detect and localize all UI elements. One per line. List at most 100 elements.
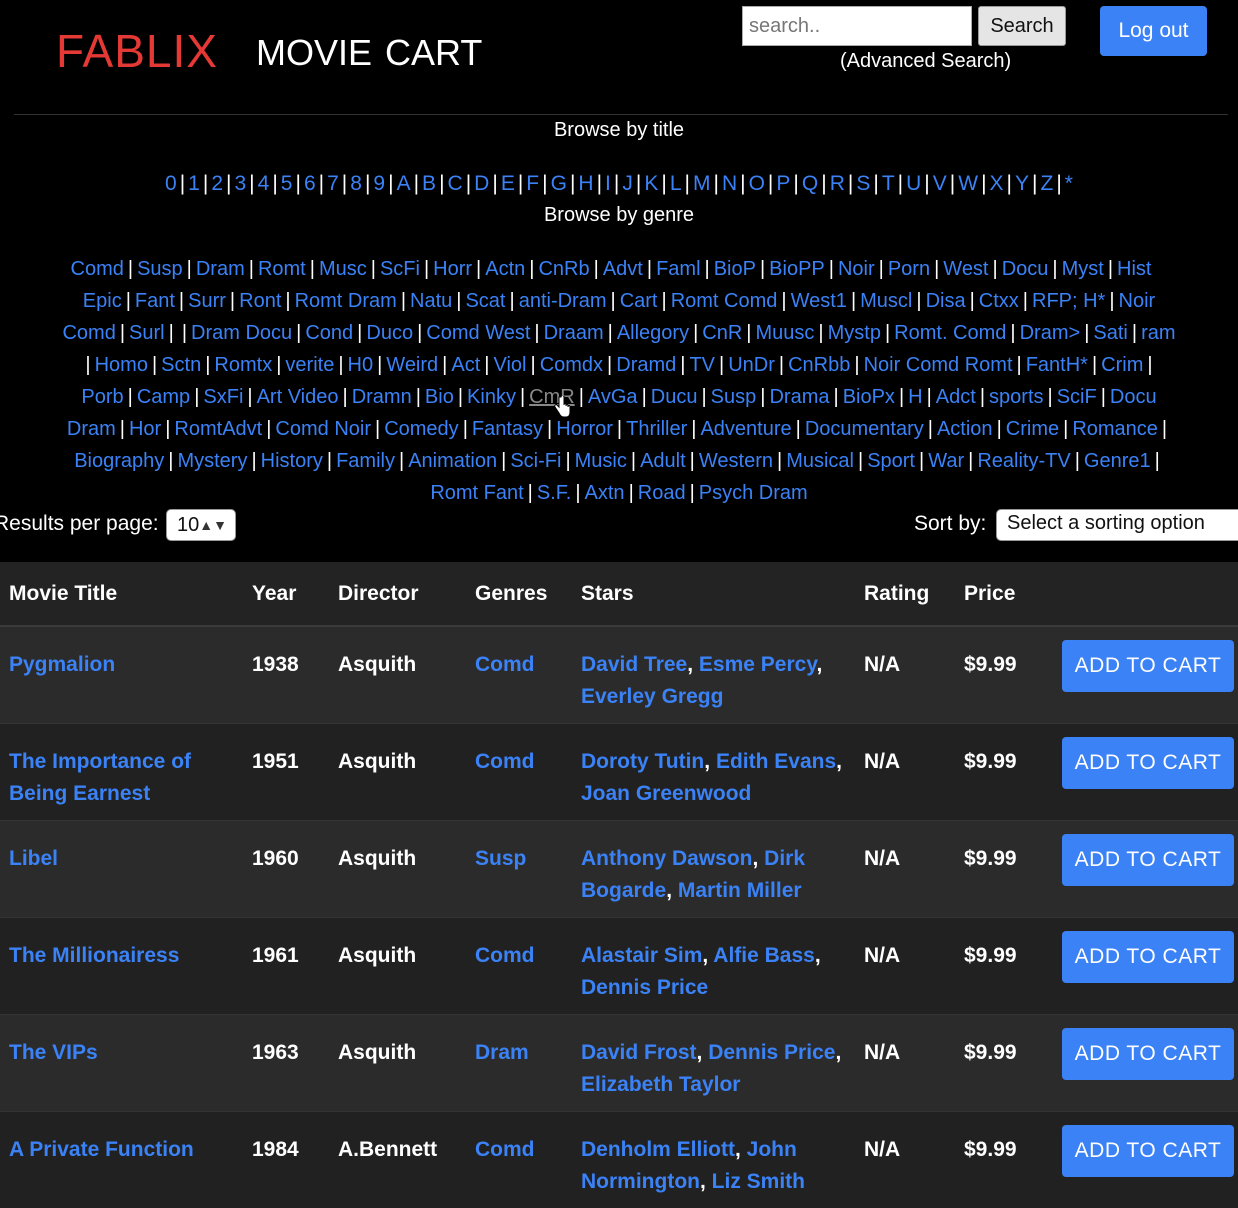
genre-link[interactable]: Surl [129, 322, 165, 344]
genre-link[interactable]: Reality-TV [977, 450, 1070, 472]
genre-link[interactable]: RFP; H* [1032, 290, 1105, 312]
title-letter-link[interactable]: 1 [188, 172, 200, 195]
header-genres[interactable]: Genres [466, 562, 572, 627]
genre-link[interactable]: Cond [305, 322, 353, 344]
title-letter-link[interactable]: R [830, 172, 845, 195]
genre-link[interactable]: BioP [714, 258, 756, 280]
title-letter-link[interactable]: I [605, 172, 611, 195]
genre-link[interactable]: Musical [786, 450, 854, 472]
title-letter-link[interactable]: K [644, 172, 658, 195]
genre-link[interactable]: Comd West [426, 322, 530, 344]
title-letter-link[interactable]: E [501, 172, 515, 195]
add-to-cart-button[interactable]: ADD TO CART [1062, 640, 1234, 692]
title-letter-link[interactable]: H [578, 172, 593, 195]
genre-link[interactable]: War [928, 450, 964, 472]
star-link[interactable]: Alastair Sim [581, 944, 702, 967]
title-letter-link[interactable]: Z [1041, 172, 1054, 195]
title-letter-link[interactable]: U [906, 172, 921, 195]
genre-link[interactable]: Comd [71, 258, 124, 280]
logout-button[interactable]: Log out [1100, 6, 1207, 56]
sort-by-select[interactable]: Select a sorting option [996, 509, 1238, 541]
genre-link[interactable]: Viol [493, 354, 526, 376]
genre-link[interactable]: CnR [702, 322, 742, 344]
genre-link[interactable]: AvGa [588, 386, 638, 408]
star-link[interactable]: Denholm Elliott [581, 1138, 735, 1161]
genre-link[interactable]: verite [285, 354, 334, 376]
star-link[interactable]: Everley Gregg [581, 685, 723, 708]
title-letter-link[interactable]: 4 [258, 172, 270, 195]
genre-link[interactable]: Road [638, 482, 686, 504]
genre-link[interactable]: Adult [640, 450, 686, 472]
header-year[interactable]: Year [243, 562, 329, 627]
genre-link[interactable]: sports [989, 386, 1043, 408]
header-director[interactable]: Director [329, 562, 466, 627]
genre-link[interactable]: Action [937, 418, 993, 440]
header-price[interactable]: Price [955, 562, 1049, 627]
genre-link[interactable]: Romt Comd [671, 290, 778, 312]
genre-link[interactable]: Comd [475, 750, 535, 773]
search-input[interactable] [742, 6, 972, 46]
genre-link[interactable]: Romtx [214, 354, 272, 376]
star-link[interactable]: Martin Miller [678, 879, 802, 902]
title-letter-link[interactable]: D [474, 172, 489, 195]
genre-link[interactable]: Horror [556, 418, 613, 440]
title-letter-link[interactable]: V [933, 172, 947, 195]
title-letter-link[interactable]: 0 [165, 172, 177, 195]
genre-link[interactable]: West1 [791, 290, 847, 312]
genre-link[interactable]: Drama [769, 386, 829, 408]
movie-title-link[interactable]: Pygmalion [9, 653, 115, 676]
genre-link[interactable]: S.F. [537, 482, 571, 504]
genre-link[interactable]: Myst [1062, 258, 1104, 280]
genre-link[interactable]: Kinky [467, 386, 516, 408]
genre-link[interactable]: Homo [95, 354, 148, 376]
genre-link[interactable]: BioPx [843, 386, 895, 408]
genre-link[interactable]: Dram Docu [191, 322, 292, 344]
advanced-search-link[interactable]: (Advanced Search) [840, 50, 1011, 73]
genre-link[interactable]: ScFi [380, 258, 420, 280]
genre-link[interactable]: Comd [475, 1138, 535, 1161]
star-link[interactable]: David Tree [581, 653, 687, 676]
genre-link[interactable]: Ront [239, 290, 281, 312]
genre-link[interactable]: Music [575, 450, 627, 472]
genre-link[interactable]: Comdx [540, 354, 603, 376]
genre-link[interactable]: Porn [888, 258, 930, 280]
genre-link[interactable]: Fantasy [472, 418, 543, 440]
genre-link[interactable]: Hor [129, 418, 161, 440]
genre-link[interactable]: Susp [475, 847, 526, 870]
genre-link[interactable]: Musc [319, 258, 367, 280]
genre-link[interactable]: Sport [867, 450, 915, 472]
genre-link[interactable]: Animation [408, 450, 497, 472]
genre-link[interactable]: Susp [711, 386, 757, 408]
genre-link[interactable]: Romt [258, 258, 306, 280]
genre-link[interactable]: Weird [386, 354, 438, 376]
genre-link[interactable]: SciF [1057, 386, 1097, 408]
star-link[interactable]: Doroty Tutin [581, 750, 704, 773]
genre-link[interactable]: Adventure [700, 418, 791, 440]
search-button[interactable]: Search [978, 6, 1066, 46]
genre-link[interactable]: UnDr [728, 354, 775, 376]
star-link[interactable]: Alfie Bass [713, 944, 815, 967]
title-letter-link[interactable]: 9 [373, 172, 385, 195]
genre-link[interactable]: Docu [1002, 258, 1049, 280]
header-stars[interactable]: Stars [572, 562, 855, 627]
genre-link[interactable]: FantH* [1026, 354, 1088, 376]
star-link[interactable]: Dennis Price [581, 976, 708, 999]
star-link[interactable]: Dennis Price [708, 1041, 835, 1064]
genre-link[interactable]: Dram> [1020, 322, 1081, 344]
title-letter-link[interactable]: G [551, 172, 567, 195]
add-to-cart-button[interactable]: ADD TO CART [1062, 1027, 1234, 1080]
title-letter-link[interactable]: Y [1015, 172, 1029, 195]
header-rating[interactable]: Rating [855, 562, 955, 627]
genre-link[interactable]: Duco [366, 322, 413, 344]
genre-link[interactable]: Dram [475, 1041, 529, 1064]
genre-link[interactable]: Bio [425, 386, 454, 408]
movie-title-link[interactable]: The Importance of Being Earnest [9, 750, 191, 805]
star-link[interactable]: Anthony Dawson [581, 847, 753, 870]
movie-title-link[interactable]: The Millionairess [9, 944, 179, 967]
title-letter-link[interactable]: N [722, 172, 737, 195]
genre-link[interactable]: Thriller [626, 418, 687, 440]
genre-link[interactable]: Muscl [860, 290, 912, 312]
star-link[interactable]: Esme Percy [699, 653, 817, 676]
genre-link[interactable]: Dram [67, 418, 116, 440]
title-letter-link[interactable]: 2 [211, 172, 223, 195]
